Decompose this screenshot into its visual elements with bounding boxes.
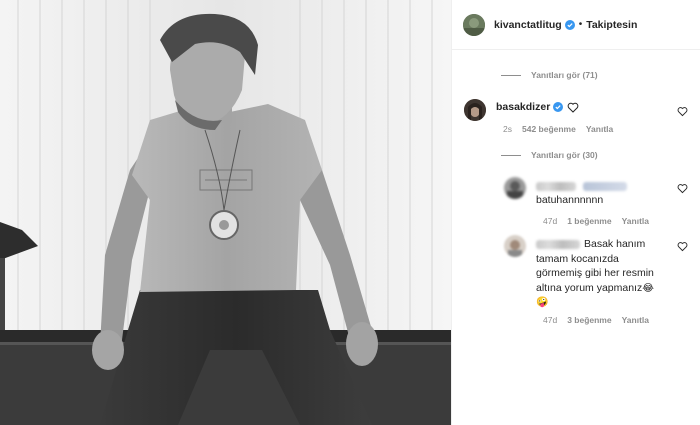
reply-age: 47d <box>543 315 558 325</box>
verified-badge-icon <box>553 102 564 112</box>
reply-2: Basak hanım tamam kocanızda görmemiş gib… <box>536 237 686 311</box>
post-photo-illustration <box>0 0 451 425</box>
reply-text-line-4: altına yorum yapmanız😂 <box>536 281 654 294</box>
like-comment-heart-icon[interactable] <box>677 106 688 117</box>
reply-avatar[interactable] <box>504 177 526 199</box>
comment-main: basakdizer <box>496 101 579 113</box>
reply-username-blurred <box>536 239 580 249</box>
reply-button[interactable]: Yanıtla <box>622 216 649 226</box>
comment-likes[interactable]: 542 beğenme <box>522 124 576 134</box>
reply-text-line-3: görmemiş gibi her resmin <box>536 267 654 279</box>
like-reply-heart-icon[interactable] <box>677 183 688 194</box>
view-replies-label: Yanıtları gör (30) <box>531 150 598 160</box>
reply-likes[interactable]: 1 beğenme <box>567 216 611 226</box>
comment-age: 2s <box>503 124 512 134</box>
like-reply-heart-icon[interactable] <box>677 241 688 252</box>
replies-divider-line <box>501 74 521 76</box>
reply-age: 47d <box>543 216 558 226</box>
commenter-avatar[interactable] <box>464 99 486 121</box>
author-avatar[interactable] <box>463 13 485 36</box>
laughing-emoji-icon: 😂 <box>642 282 654 294</box>
reply-1-meta: 47d 1 beğenme Yanıtla <box>543 216 659 226</box>
author-username[interactable]: kivanctatlitug <box>494 19 562 31</box>
verified-badge-icon <box>564 19 575 30</box>
reply-2-meta: 47d 3 beğenme Yanıtla <box>543 315 659 325</box>
reply-username-blurred <box>536 178 628 192</box>
view-replies-main[interactable]: Yanıtları gör (30) <box>501 150 598 160</box>
reply-text: batuhannnnnn <box>536 194 604 206</box>
reply-avatar[interactable] <box>504 235 526 257</box>
reply-1: batuhannnnnn <box>536 178 628 208</box>
separator-dot: • <box>578 19 583 30</box>
follow-status-button[interactable]: Takiptesin <box>586 19 637 31</box>
comment-main-meta: 2s 542 beğenme Yanıtla <box>503 124 623 134</box>
reply-text-line-1: Basak hanım <box>536 237 686 252</box>
dizzy-emoji-icon: 🤪 <box>536 297 549 308</box>
view-replies-label: Yanıtları gör (71) <box>531 70 598 80</box>
reply-button[interactable]: Yanıtla <box>622 315 649 325</box>
blurred-name-part <box>536 182 576 192</box>
post-header: kivanctatlitug • Takiptesin <box>452 0 700 50</box>
reply-text-line-2: tamam kocanızda <box>536 252 619 265</box>
post-photo[interactable] <box>0 0 451 425</box>
comments-panel: kivanctatlitug • Takiptesin Yanıtları gö… <box>451 0 700 425</box>
reply-button[interactable]: Yanıtla <box>586 124 613 134</box>
view-replies-top[interactable]: Yanıtları gör (71) <box>501 70 598 80</box>
replies-divider-line <box>501 154 521 156</box>
blurred-name-part <box>583 182 628 192</box>
reply-likes[interactable]: 3 beğenme <box>567 315 611 325</box>
comment-username[interactable]: basakdizer <box>496 101 550 113</box>
heart-inline-icon <box>567 102 579 113</box>
